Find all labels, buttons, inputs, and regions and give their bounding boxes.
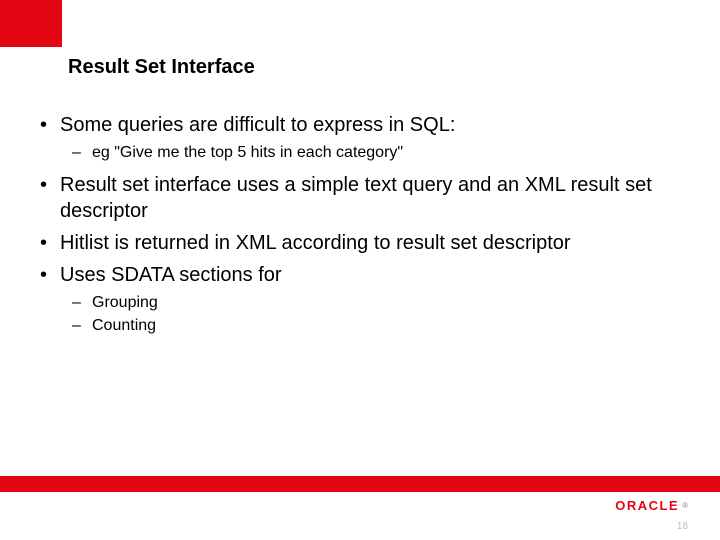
bullet-list: Some queries are difficult to express in…: [36, 112, 680, 337]
sub-bullet-item: Counting: [68, 315, 680, 337]
page-number: 18: [677, 521, 688, 532]
sub-bullet-text: Counting: [92, 317, 156, 334]
accent-block: [0, 0, 62, 47]
bullet-text: Result set interface uses a simple text …: [60, 174, 652, 222]
sub-bullet-item: Grouping: [68, 292, 680, 314]
logo-text: ORACLE: [613, 497, 681, 514]
sub-bullet-list: eg "Give me the top 5 hits in each categ…: [60, 142, 680, 164]
bullet-item: Result set interface uses a simple text …: [36, 172, 680, 224]
sub-bullet-item: eg "Give me the top 5 hits in each categ…: [68, 142, 680, 164]
registered-mark: ®: [682, 501, 688, 510]
slide-title: Result Set Interface: [68, 56, 255, 79]
slide-content: Some queries are difficult to express in…: [36, 112, 680, 345]
bullet-item: Hitlist is returned in XML according to …: [36, 230, 680, 256]
bullet-text: Some queries are difficult to express in…: [60, 114, 455, 136]
sub-bullet-text: eg "Give me the top 5 hits in each categ…: [92, 144, 403, 161]
oracle-logo: ORACLE ®: [613, 496, 688, 514]
bullet-text: Hitlist is returned in XML according to …: [60, 232, 571, 254]
footer-accent-bar: [0, 476, 720, 492]
sub-bullet-text: Grouping: [92, 294, 158, 311]
sub-bullet-list: Grouping Counting: [60, 292, 680, 337]
bullet-text: Uses SDATA sections for: [60, 264, 282, 286]
bullet-item: Uses SDATA sections for Grouping Countin…: [36, 262, 680, 337]
bullet-item: Some queries are difficult to express in…: [36, 112, 680, 164]
